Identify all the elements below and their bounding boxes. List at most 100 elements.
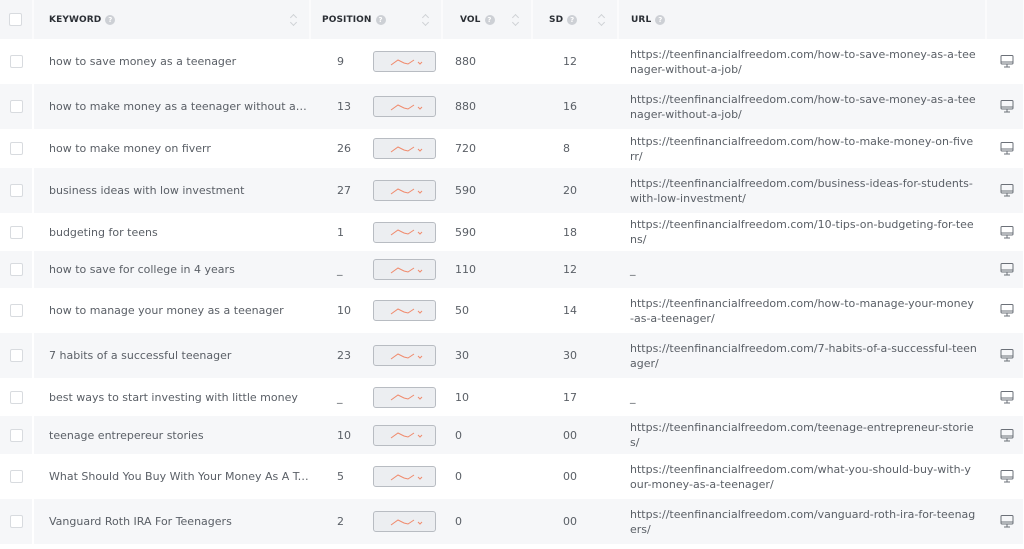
row-checkbox[interactable]: [10, 515, 23, 528]
row-select-cell: [0, 499, 34, 544]
desktop-icon[interactable]: [1000, 100, 1014, 113]
position-trend-button[interactable]: [373, 96, 436, 117]
row-checkbox[interactable]: [10, 100, 23, 113]
row-checkbox[interactable]: [10, 390, 23, 404]
vol-value: 590: [455, 184, 476, 197]
url-link[interactable]: https://teenfinancialfreedom.com/10-tips…: [619, 217, 985, 247]
url-link[interactable]: https://teenfinancialfreedom.com/how-to-…: [619, 92, 985, 122]
row-checkbox[interactable]: [10, 184, 23, 197]
desktop-icon[interactable]: [1000, 390, 1014, 404]
help-icon[interactable]: ?: [105, 14, 116, 25]
header-keyword[interactable]: KEYWORD ?: [33, 0, 311, 39]
url-link[interactable]: https://teenfinancialfreedom.com/7-habit…: [619, 341, 985, 371]
desktop-icon[interactable]: [1000, 263, 1014, 276]
header-url-label: URL: [631, 14, 652, 25]
row-checkbox[interactable]: [10, 349, 23, 362]
url-link[interactable]: https://teenfinancialfreedom.com/how-to-…: [619, 47, 985, 77]
vol-value: 50: [455, 304, 469, 317]
url-link[interactable]: https://teenfinancialfreedom.com/how-to-…: [619, 296, 985, 326]
desktop-icon[interactable]: [1000, 470, 1014, 483]
row-checkbox[interactable]: [10, 55, 23, 68]
desktop-icon[interactable]: [1000, 349, 1014, 362]
header-select-all: [0, 0, 34, 39]
header-sd[interactable]: SD ?: [532, 0, 619, 39]
position-trend-button[interactable]: [373, 221, 436, 243]
url-link[interactable]: _: [619, 390, 985, 405]
vol-value: 0: [455, 428, 462, 442]
vol-value: 0: [455, 515, 462, 528]
position-cell: 13: [310, 84, 442, 129]
desktop-icon[interactable]: [1000, 304, 1014, 317]
url-link[interactable]: https://teenfinancialfreedom.com/what-yo…: [619, 462, 985, 492]
position-trend-button[interactable]: [373, 345, 436, 366]
position-trend-button[interactable]: [373, 259, 436, 280]
vol-value: 10: [455, 390, 469, 404]
desktop-icon[interactable]: [1000, 225, 1014, 239]
sort-icon[interactable]: [597, 13, 605, 27]
desktop-icon[interactable]: [1000, 55, 1014, 68]
sd-value: 20: [563, 184, 577, 197]
position-trend-button[interactable]: [373, 511, 436, 532]
keyword-text: how to manage your money as a teenager: [49, 304, 284, 317]
desktop-icon[interactable]: [1000, 142, 1014, 155]
table-row: 7 habits of a successful teenager 23 30 …: [0, 333, 1024, 378]
row-checkbox[interactable]: [10, 225, 23, 239]
header-position[interactable]: POSITION ?: [310, 0, 443, 39]
url-link[interactable]: https://teenfinancialfreedom.com/how-to-…: [619, 134, 985, 164]
position-trend-button[interactable]: [373, 138, 436, 159]
row-checkbox[interactable]: [10, 428, 23, 442]
position-trend-button[interactable]: [373, 424, 436, 446]
desktop-icon[interactable]: [1000, 184, 1014, 197]
chevron-down-icon: [417, 476, 422, 480]
url-link[interactable]: https://teenfinancialfreedom.com/teenage…: [619, 420, 985, 450]
desktop-icon[interactable]: [1000, 428, 1014, 442]
url-cell: https://teenfinancialfreedom.com/how-to-…: [618, 129, 986, 168]
url-link[interactable]: _: [619, 262, 985, 277]
desktop-icon[interactable]: [1000, 515, 1014, 528]
position-trend-button[interactable]: [373, 51, 436, 72]
vol-cell: 0: [442, 499, 532, 544]
trend-chart-icon: [390, 473, 422, 480]
header-vol[interactable]: VOL ?: [442, 0, 533, 39]
table-row: how to save money as a teenager 9 880 12…: [0, 39, 1024, 84]
row-select-cell: [0, 333, 34, 378]
position-trend-button[interactable]: [373, 180, 436, 201]
trend-chart-icon: [390, 394, 422, 401]
row-checkbox[interactable]: [10, 304, 23, 317]
vol-cell: 590: [442, 213, 532, 251]
device-cell: [986, 39, 1024, 84]
row-checkbox[interactable]: [10, 470, 23, 483]
position-value: 2: [337, 515, 344, 528]
vol-value: 880: [455, 55, 476, 68]
keyword-text: how to save for college in 4 years: [49, 263, 235, 276]
help-icon[interactable]: ?: [484, 14, 495, 25]
row-select-cell: [0, 251, 34, 288]
sort-icon[interactable]: [511, 13, 519, 27]
sd-value: 16: [563, 100, 577, 113]
position-trend-button[interactable]: [373, 386, 436, 408]
url-link[interactable]: https://teenfinancialfreedom.com/busines…: [619, 176, 985, 206]
sort-icon[interactable]: [421, 13, 429, 27]
position-cell: 5: [310, 454, 442, 499]
keyword-cell: teenage entrepereur stories: [33, 416, 310, 454]
help-icon[interactable]: ?: [655, 14, 666, 25]
url-cell: _: [618, 378, 986, 416]
device-cell: [986, 288, 1024, 333]
row-checkbox[interactable]: [10, 263, 23, 276]
vol-cell: 590: [442, 168, 532, 213]
vol-value: 30: [455, 349, 469, 362]
position-trend-button[interactable]: [373, 300, 436, 321]
position-trend-button[interactable]: [373, 466, 436, 487]
url-link[interactable]: https://teenfinancialfreedom.com/vanguar…: [619, 507, 985, 537]
row-checkbox[interactable]: [10, 142, 23, 155]
sort-icon[interactable]: [289, 13, 297, 27]
header-vol-label: VOL: [460, 14, 481, 25]
vol-cell: 720: [442, 129, 532, 168]
help-icon[interactable]: ?: [567, 14, 578, 25]
device-cell: [986, 251, 1024, 288]
position-cell: 27: [310, 168, 442, 213]
select-all-checkbox[interactable]: [9, 13, 22, 26]
url-cell: _: [618, 251, 986, 288]
help-icon[interactable]: ?: [375, 14, 386, 25]
table-row: how to save for college in 4 years _ 110…: [0, 251, 1024, 288]
